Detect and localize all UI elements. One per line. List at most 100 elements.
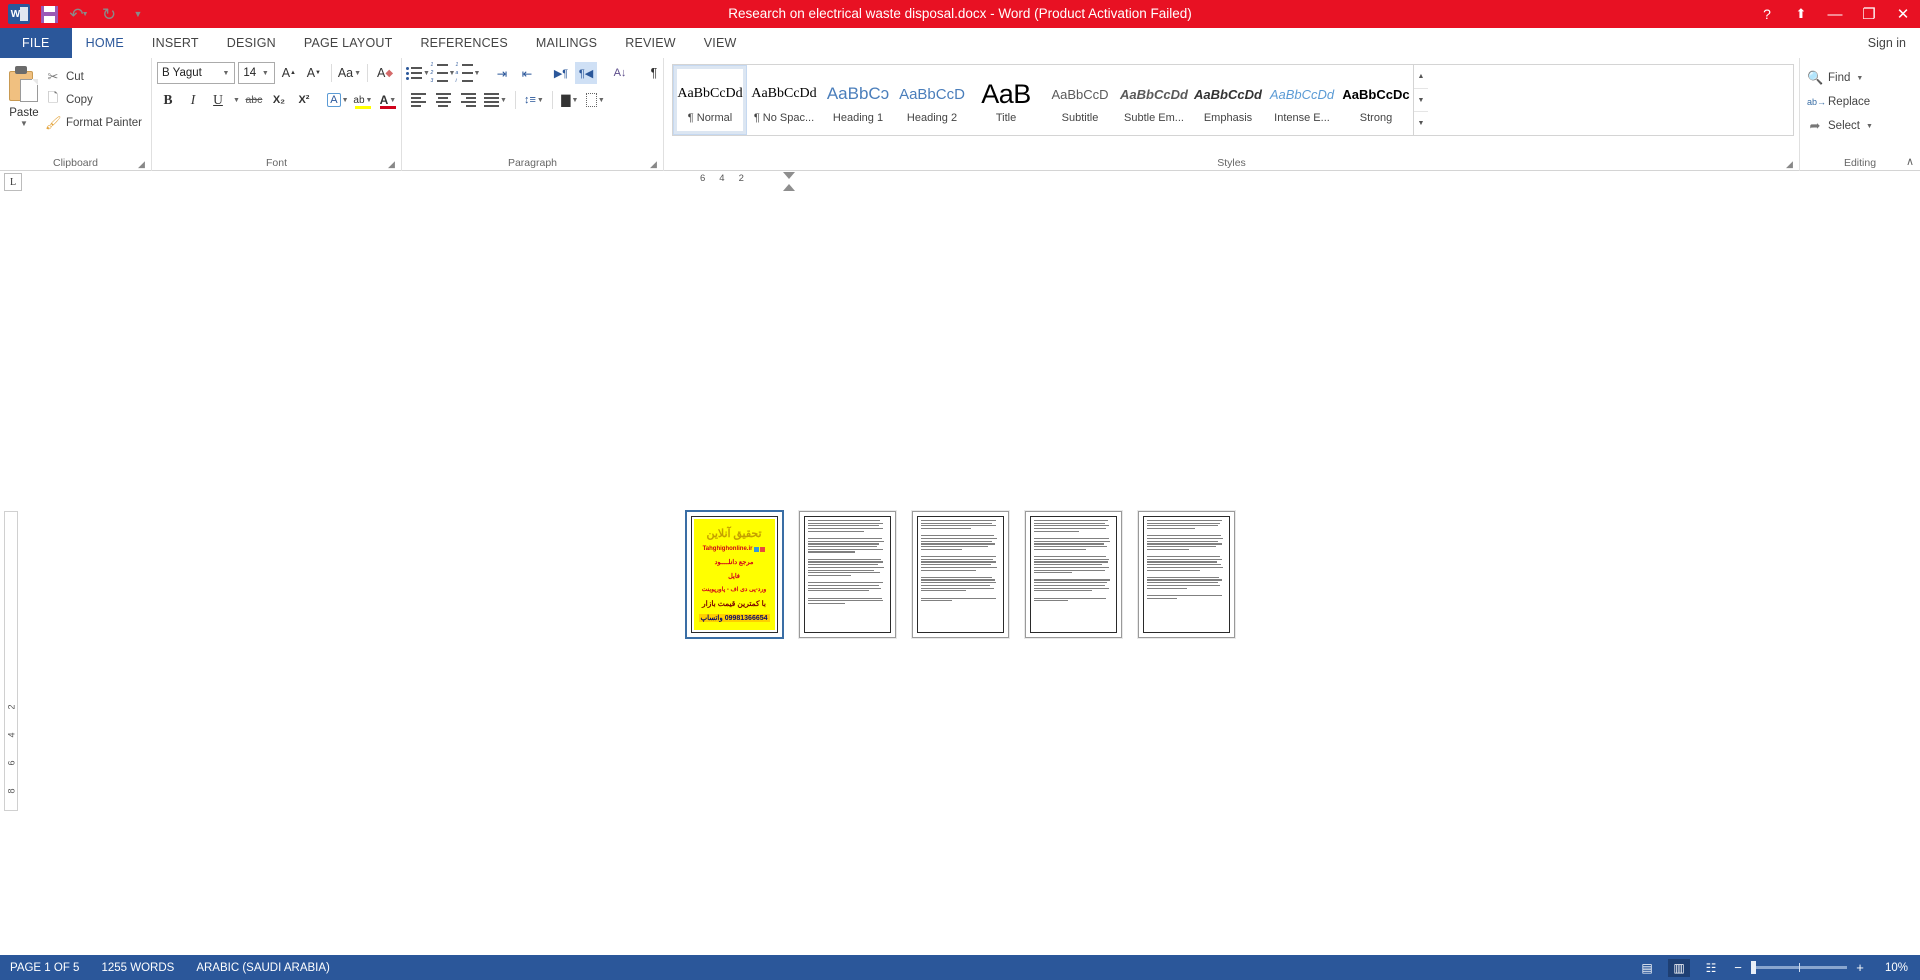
highlight-caret[interactable]: ▼ <box>366 97 373 104</box>
zoom-slider[interactable]: − + <box>1732 960 1866 975</box>
page-thumbnail-4[interactable] <box>1024 511 1122 638</box>
find-caret[interactable]: ▼ <box>1856 75 1863 82</box>
font-size-caret[interactable]: ▼ <box>259 70 272 77</box>
zoom-out-button[interactable]: − <box>1732 960 1744 975</box>
page-thumbnail-1[interactable]: تحقیق آنلاین Tahghighonline.ir مرجع دانل… <box>684 510 784 639</box>
change-case-button[interactable]: Aa ▼ <box>338 62 361 84</box>
select-button[interactable]: ➦ Select ▼ <box>1805 115 1877 137</box>
sign-in-link[interactable]: Sign in <box>1854 28 1920 58</box>
tab-mailings[interactable]: MAILINGS <box>521 28 612 58</box>
minimize-button[interactable]: — <box>1818 0 1852 28</box>
cut-button[interactable]: ✂ Cut <box>43 66 146 88</box>
style-emphasis[interactable]: AaBbCcDd Emphasis <box>1191 65 1265 135</box>
styles-scroll-down-icon[interactable]: ▼ <box>1414 89 1428 113</box>
underline-caret[interactable]: ▼ <box>233 97 240 104</box>
zoom-handle[interactable] <box>1751 961 1756 974</box>
clipboard-dialog-launcher[interactable]: ◢ <box>136 159 147 170</box>
tab-view[interactable]: VIEW <box>689 28 751 58</box>
language-indicator[interactable]: ARABIC (SAUDI ARABIA) <box>196 962 330 974</box>
font-size-combobox[interactable]: 14 ▼ <box>238 62 275 84</box>
indent-markers[interactable] <box>783 171 796 193</box>
close-button[interactable]: ✕ <box>1886 0 1920 28</box>
word-count[interactable]: 1255 WORDS <box>101 962 174 974</box>
style-intense-emphasis[interactable]: AaBbCcDd Intense E... <box>1265 65 1339 135</box>
text-highlight-button[interactable]: ab ▼ <box>352 89 374 111</box>
find-button[interactable]: 🔍 Find ▼ <box>1805 67 1877 89</box>
replace-button[interactable]: ab→ Replace <box>1805 91 1877 113</box>
print-layout-icon[interactable]: ▥ <box>1668 958 1690 977</box>
tab-review[interactable]: REVIEW <box>611 28 690 58</box>
zoom-track[interactable] <box>1751 961 1847 974</box>
zoom-in-button[interactable]: + <box>1854 960 1866 975</box>
customize-qat-icon[interactable]: ▼ <box>124 1 154 27</box>
horizontal-ruler[interactable]: L 6 4 2 <box>0 171 1920 193</box>
subscript-button[interactable]: X₂ <box>268 89 290 111</box>
multilevel-list-button[interactable]: 1 a i ▼ <box>456 62 481 84</box>
format-painter-button[interactable]: 🖌 Format Painter <box>43 112 146 134</box>
ribbon-display-options-icon[interactable]: ⬆ <box>1784 0 1818 28</box>
save-icon[interactable] <box>34 1 64 27</box>
bullets-caret[interactable]: ▼ <box>423 70 430 77</box>
shrink-font-button[interactable]: A ▼ <box>303 62 325 84</box>
style-heading-1[interactable]: AaBbCɔ Heading 1 <box>821 65 895 135</box>
borders-button[interactable]: ▼ <box>584 89 607 111</box>
read-mode-icon[interactable]: ▤ <box>1636 959 1658 977</box>
style-heading-2[interactable]: AaBbCcD Heading 2 <box>895 65 969 135</box>
tab-home[interactable]: HOME <box>71 28 138 58</box>
tab-insert[interactable]: INSERT <box>137 28 213 58</box>
undo-icon[interactable]: ↶ ▼ <box>64 1 94 27</box>
italic-button[interactable]: I <box>182 89 204 111</box>
font-color-button[interactable]: A ▼ <box>377 89 399 111</box>
collapse-ribbon-button[interactable]: ∧ <box>1906 155 1914 168</box>
paste-dropdown-caret[interactable]: ▼ <box>20 120 28 128</box>
styles-more-icon[interactable]: ▼ <box>1414 112 1428 135</box>
borders-caret[interactable]: ▼ <box>598 97 605 104</box>
justify-button[interactable]: ▼ <box>482 89 509 111</box>
paragraph-dialog-launcher[interactable]: ◢ <box>648 159 659 170</box>
ltr-text-direction-button[interactable]: ▶¶ <box>550 62 572 84</box>
style-subtitle[interactable]: AaBbCcD Subtitle <box>1043 65 1117 135</box>
bullets-button[interactable]: ▼ <box>406 62 430 84</box>
grow-font-button[interactable]: A ▲ <box>278 62 300 84</box>
font-dialog-launcher[interactable]: ◢ <box>386 159 397 170</box>
undo-dropdown-caret[interactable]: ▼ <box>82 11 89 18</box>
restore-button[interactable]: ❐ <box>1852 0 1886 28</box>
shading-button[interactable]: ▇ ▼ <box>559 89 581 111</box>
justify-caret[interactable]: ▼ <box>500 97 507 104</box>
text-effects-caret[interactable]: ▼ <box>342 97 349 104</box>
hanging-indent-marker[interactable] <box>783 184 795 191</box>
decrease-indent-button[interactable]: ⇥ <box>491 62 513 84</box>
tab-stop-selector[interactable]: L <box>4 173 22 191</box>
underline-button[interactable]: U <box>207 89 229 111</box>
style-normal[interactable]: AaBbCcDd ¶ Normal <box>673 65 747 135</box>
show-formatting-marks-button[interactable]: ¶ <box>643 62 665 84</box>
superscript-button[interactable]: X² <box>293 89 315 111</box>
font-color-caret[interactable]: ▼ <box>389 97 396 104</box>
numbering-button[interactable]: 1 2 3 ▼ <box>431 62 456 84</box>
style-subtle-emphasis[interactable]: AaBbCcDd Subtle Em... <box>1117 65 1191 135</box>
page-thumbnail-2[interactable] <box>798 511 896 638</box>
align-left-button[interactable] <box>407 89 429 111</box>
styles-scroll-up-icon[interactable]: ▲ <box>1414 65 1428 89</box>
page-thumbnail-5[interactable] <box>1137 511 1235 638</box>
page-indicator[interactable]: PAGE 1 OF 5 <box>10 962 79 974</box>
numbering-caret[interactable]: ▼ <box>449 70 456 77</box>
style-no-spacing[interactable]: AaBbCcDd ¶ No Spac... <box>747 65 821 135</box>
web-layout-icon[interactable]: ☷ <box>1700 959 1722 977</box>
clear-formatting-button[interactable]: A ◆ <box>374 62 396 84</box>
style-title[interactable]: AaB Title <box>969 65 1043 135</box>
page-thumbnail-3[interactable] <box>911 511 1009 638</box>
document-area[interactable]: L 6 4 2 2 4 6 8 تحقیق آنلاین Tahghighonl… <box>0 171 1920 955</box>
redo-icon[interactable]: ↻ <box>94 1 124 27</box>
style-strong[interactable]: AaBbCcDc Strong <box>1339 65 1413 135</box>
tab-design[interactable]: DESIGN <box>212 28 290 58</box>
align-center-button[interactable] <box>432 89 454 111</box>
first-line-indent-marker[interactable] <box>783 172 795 179</box>
line-spacing-caret[interactable]: ▼ <box>537 97 544 104</box>
styles-dialog-launcher[interactable]: ◢ <box>1784 159 1795 170</box>
copy-button[interactable]: 🗋 Copy <box>43 89 146 111</box>
paste-button[interactable]: Paste ▼ <box>5 62 43 155</box>
sort-button[interactable]: A↓ <box>609 62 631 84</box>
strikethrough-button[interactable]: abc <box>243 89 265 111</box>
line-spacing-button[interactable]: ↕≡ ▼ <box>522 89 546 111</box>
